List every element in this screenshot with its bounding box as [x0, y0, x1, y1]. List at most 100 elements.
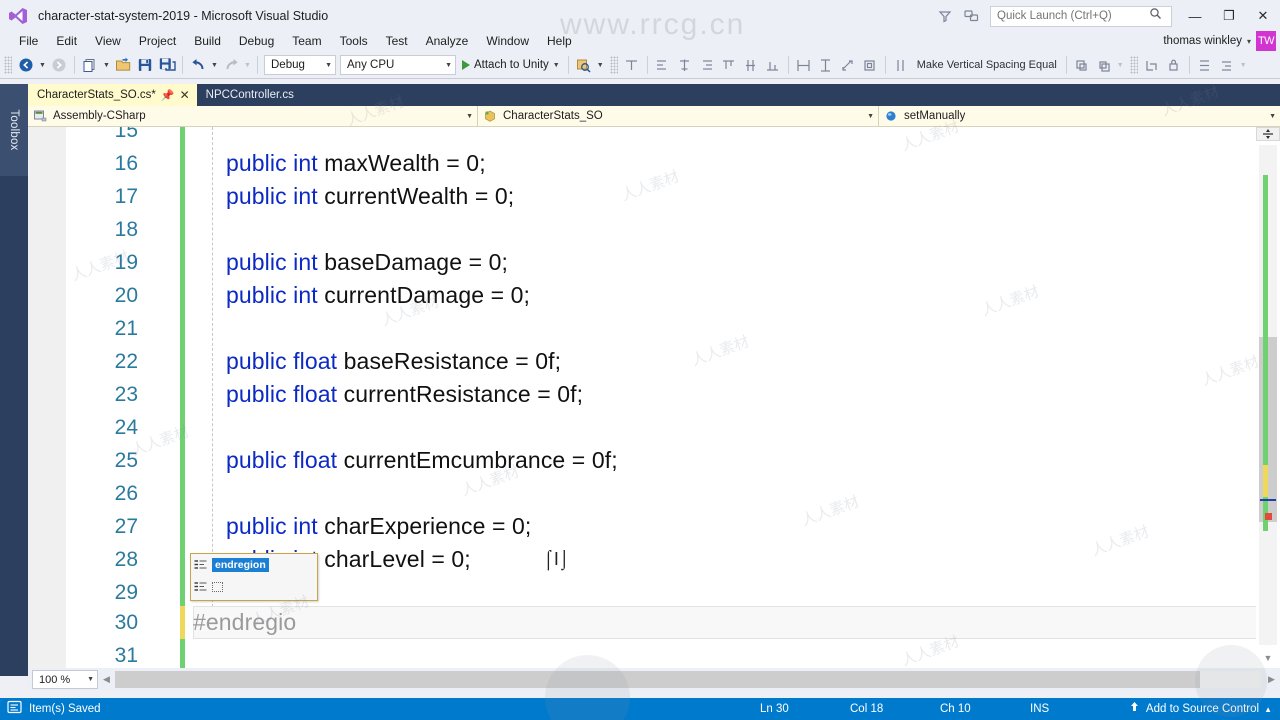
code-line-17[interactable]: public int currentWealth = 0; [226, 180, 514, 213]
overflow-caret-icon[interactable]: ▼ [1115, 54, 1126, 76]
type-dropdown[interactable]: CharacterStats_SO ▼ [478, 106, 879, 126]
quick-launch-box[interactable] [990, 5, 1172, 27]
code-line-16[interactable]: public int maxWealth = 0; [226, 147, 486, 180]
horizontal-scroll-row: 100 % ▼ ◀ ▶ [28, 668, 1280, 691]
zoom-level-combo[interactable]: 100 % ▼ [32, 670, 98, 689]
line-number: 16 [114, 152, 138, 175]
chevron-down-icon[interactable]: ▼ [87, 676, 94, 683]
chevron-down-icon[interactable]: ▼ [445, 62, 452, 69]
configuration-combo[interactable]: Debug ▼ [264, 55, 336, 75]
chevron-down-icon[interactable]: ▼ [325, 62, 332, 69]
intellisense-item-region[interactable] [191, 576, 317, 598]
intellisense-item-endregion[interactable]: endregion [191, 554, 317, 576]
chevron-down-icon[interactable]: ▼ [553, 62, 560, 69]
menu-item-analyze[interactable]: Analyze [417, 32, 478, 50]
navigate-back-icon[interactable] [15, 54, 37, 76]
menu-item-project[interactable]: Project [130, 32, 185, 50]
toolbar-grip-2[interactable] [609, 56, 618, 74]
attach-to-unity-button[interactable]: Attach to Unity ▼ [458, 54, 564, 76]
pin-icon[interactable]: 📌 [161, 89, 175, 102]
horizontal-scroll-thumb[interactable] [115, 671, 1200, 688]
menu-item-edit[interactable]: Edit [47, 32, 86, 50]
chevron-down-icon[interactable]: ▼ [867, 113, 874, 120]
scrollbar-caret-marker [1260, 499, 1276, 501]
code-editor[interactable]: 15 16 17 18 19 20 21 22 23 24 25 26 27 2… [28, 127, 1280, 676]
filter-icon[interactable] [932, 3, 958, 29]
align-center-icon [674, 54, 696, 76]
visual-studio-logo-icon [8, 6, 28, 26]
status-character: Ch 10 [940, 703, 971, 715]
code-line-27[interactable]: public int charExperience = 0; [226, 510, 531, 543]
navigate-back-caret[interactable]: ▼ [37, 54, 48, 76]
close-icon[interactable]: ✕ [180, 89, 190, 101]
project-dropdown[interactable]: Assembly-CSharp ▼ [28, 106, 478, 126]
quick-launch-input[interactable] [997, 10, 1149, 22]
intellisense-popup[interactable]: endregion [190, 553, 318, 601]
maximize-button[interactable]: ❐ [1212, 1, 1246, 31]
code-line-23[interactable]: public float currentResistance = 0f; [226, 378, 583, 411]
vertical-scrollbar[interactable]: ▲ ▼ [1256, 127, 1280, 676]
tab-npccontroller[interactable]: NPCController.cs [196, 84, 316, 106]
code-line-22[interactable]: public float baseResistance = 0f; [226, 345, 561, 378]
play-icon [462, 60, 470, 70]
status-bar: Item(s) Saved Ln 30 Col 18 Ch 10 INS Add… [0, 698, 1280, 720]
make-vertical-spacing-equal-label[interactable]: Make Vertical Spacing Equal [912, 59, 1062, 71]
code-line-20[interactable]: public int currentDamage = 0; [226, 279, 530, 312]
class-icon [483, 109, 497, 123]
find-icon[interactable] [573, 54, 595, 76]
menu-item-build[interactable]: Build [185, 32, 230, 50]
menu-item-window[interactable]: Window [477, 32, 538, 50]
line-number: 22 [114, 350, 138, 373]
toolbox-tab[interactable]: Toolbox [0, 84, 28, 176]
code-line-19[interactable]: public int baseDamage = 0; [226, 246, 508, 279]
add-to-source-control-button[interactable]: Add to Source Control ▲ [1128, 698, 1272, 720]
project-name: Assembly-CSharp [53, 110, 146, 122]
scroll-left-button[interactable]: ◀ [98, 670, 115, 689]
account-area[interactable]: thomas winkley ▾ TW [1163, 30, 1276, 52]
split-editor-icon[interactable] [1256, 127, 1280, 141]
horizontal-scroll-track[interactable] [115, 671, 1261, 688]
undo-caret[interactable]: ▼ [209, 54, 220, 76]
status-position-group: Ln 30 Col 18 Ch 10 INS [760, 698, 1120, 720]
chevron-up-icon[interactable]: ▲ [1264, 705, 1272, 714]
chevron-down-icon[interactable]: ▾ [1247, 37, 1251, 46]
platform-combo[interactable]: Any CPU ▼ [340, 55, 456, 75]
toolbar-overflow-icon[interactable]: ▼ [595, 54, 606, 76]
menu-item-team[interactable]: Team [283, 32, 330, 50]
line-number: 20 [114, 284, 138, 307]
open-file-icon[interactable] [112, 54, 134, 76]
zoom-level-value: 100 % [39, 673, 71, 686]
field-icon [884, 109, 898, 123]
toolbar-options-icon[interactable]: ▼ [1238, 54, 1249, 76]
scroll-down-button[interactable]: ▼ [1256, 649, 1280, 667]
menu-item-view[interactable]: View [86, 32, 130, 50]
vertical-scroll-thumb[interactable] [1259, 337, 1277, 522]
search-icon[interactable] [1149, 7, 1162, 25]
code-line-30[interactable]: #endregio [193, 606, 296, 639]
new-project-icon[interactable] [79, 54, 101, 76]
tab-characterstats-so[interactable]: CharacterStats_SO.cs* 📌 ✕ [28, 84, 197, 106]
undo-icon[interactable] [187, 54, 209, 76]
new-project-caret[interactable]: ▼ [101, 54, 112, 76]
menu-item-tools[interactable]: Tools [331, 32, 377, 50]
navigation-bar: Assembly-CSharp ▼ CharacterStats_SO ▼ se… [28, 106, 1280, 127]
member-dropdown[interactable]: setManually ▼ [879, 106, 1280, 126]
menu-item-help[interactable]: Help [538, 32, 581, 50]
close-button[interactable]: ✕ [1246, 1, 1280, 31]
save-icon[interactable] [134, 54, 156, 76]
avatar[interactable]: TW [1256, 31, 1276, 51]
status-line: Ln 30 [760, 703, 789, 715]
chevron-down-icon[interactable]: ▼ [1269, 113, 1276, 120]
chevron-down-icon[interactable]: ▼ [466, 113, 473, 120]
code-line-25[interactable]: public float currentEmcumbrance = 0f; [226, 444, 618, 477]
toolbar-grip[interactable] [4, 56, 12, 74]
feedback-icon[interactable] [958, 3, 984, 29]
platform-value: Any CPU [347, 59, 395, 71]
toolbar-grip-3[interactable] [1129, 56, 1138, 74]
menu-item-debug[interactable]: Debug [230, 32, 283, 50]
save-all-icon[interactable] [156, 54, 178, 76]
menu-item-file[interactable]: File [10, 32, 47, 50]
scroll-right-button[interactable]: ▶ [1263, 670, 1280, 689]
minimize-button[interactable]: — [1178, 1, 1212, 31]
menu-item-test[interactable]: Test [377, 32, 417, 50]
